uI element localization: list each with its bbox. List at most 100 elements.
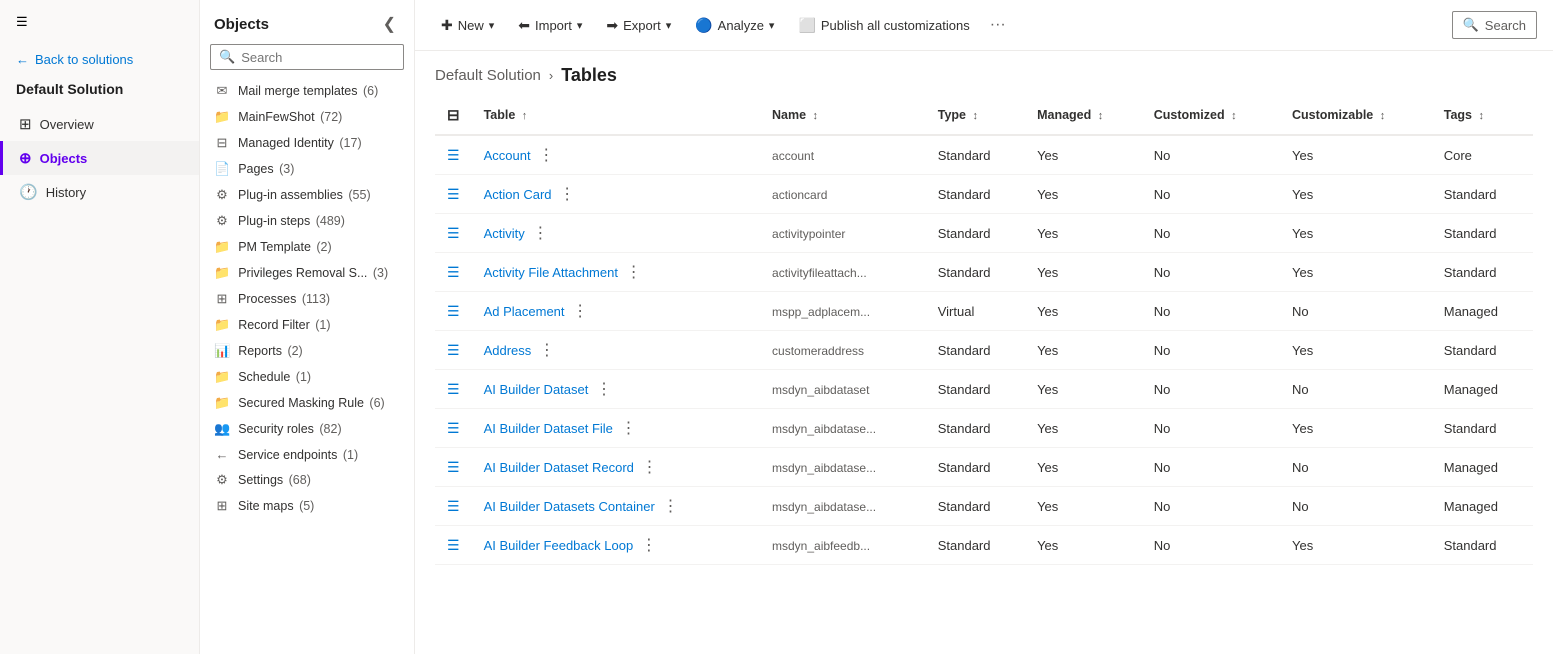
table-row[interactable]: ☰ AI Builder Datasets Container ⋮ msdyn_… bbox=[435, 487, 1533, 526]
table-row[interactable]: ☰ Address ⋮ customeraddress Standard Yes… bbox=[435, 331, 1533, 370]
col-customizable[interactable]: Customizable ↕ bbox=[1280, 96, 1432, 135]
row-context-menu[interactable]: ⋮ bbox=[638, 459, 662, 476]
row-context-menu[interactable]: ⋮ bbox=[534, 147, 558, 164]
row-checkbox-cell[interactable]: ☰ bbox=[435, 409, 472, 448]
row-table-name[interactable]: Activity ⋮ bbox=[472, 214, 760, 253]
sidebar-item-objects[interactable]: ⊕ Objects bbox=[0, 141, 199, 175]
objects-list-item[interactable]: ⊞ Processes (113) bbox=[200, 286, 414, 312]
import-button[interactable]: ⬅ Import ▾ bbox=[508, 11, 592, 40]
hamburger-icon[interactable]: ☰ bbox=[0, 0, 199, 44]
col-sort-tags: ↕ bbox=[1478, 110, 1484, 122]
objects-list-item[interactable]: 📄 Pages (3) bbox=[200, 156, 414, 182]
table-row[interactable]: ☰ Ad Placement ⋮ mspp_adplacem... Virtua… bbox=[435, 292, 1533, 331]
objects-list-item[interactable]: 📁 Record Filter (1) bbox=[200, 312, 414, 338]
row-table-name[interactable]: AI Builder Feedback Loop ⋮ bbox=[472, 526, 760, 565]
row-checkbox-cell[interactable]: ☰ bbox=[435, 292, 472, 331]
row-context-menu[interactable]: ⋮ bbox=[555, 186, 579, 203]
analyze-icon: 🔵 bbox=[695, 17, 712, 34]
sidebar-item-overview[interactable]: ⊞ Overview bbox=[0, 107, 199, 141]
objects-list-item[interactable]: ⊞ Site maps (5) bbox=[200, 493, 414, 519]
export-button[interactable]: ➡ Export ▾ bbox=[596, 11, 681, 40]
objects-list-item[interactable]: ⚙ Settings (68) bbox=[200, 467, 414, 493]
objects-icon: ⊕ bbox=[19, 149, 32, 167]
row-context-menu[interactable]: ⋮ bbox=[622, 264, 646, 281]
row-context-menu[interactable]: ⋮ bbox=[535, 342, 559, 359]
publish-button[interactable]: ⬜ Publish all customizations bbox=[788, 11, 979, 40]
row-table-name[interactable]: AI Builder Dataset ⋮ bbox=[472, 370, 760, 409]
row-checkbox-cell[interactable]: ☰ bbox=[435, 487, 472, 526]
row-checkbox-cell[interactable]: ☰ bbox=[435, 448, 472, 487]
row-context-menu[interactable]: ⋮ bbox=[528, 225, 552, 242]
col-name[interactable]: Name ↕ bbox=[760, 96, 926, 135]
row-table-name[interactable]: Address ⋮ bbox=[472, 331, 760, 370]
objects-list-item[interactable]: 📁 Schedule (1) bbox=[200, 364, 414, 390]
table-row[interactable]: ☰ Activity ⋮ activitypointer Standard Ye… bbox=[435, 214, 1533, 253]
row-checkbox-cell[interactable]: ☰ bbox=[435, 526, 472, 565]
new-button[interactable]: ✚ New ▾ bbox=[431, 11, 504, 40]
row-table-name[interactable]: AI Builder Datasets Container ⋮ bbox=[472, 487, 760, 526]
row-checkbox-cell[interactable]: ☰ bbox=[435, 253, 472, 292]
breadcrumb-parent[interactable]: Default Solution bbox=[435, 67, 541, 84]
objects-list-item[interactable]: 📁 PM Template (2) bbox=[200, 234, 414, 260]
row-context-menu[interactable]: ⋮ bbox=[658, 498, 682, 515]
row-tags: Standard bbox=[1432, 526, 1533, 565]
row-table-name[interactable]: Activity File Attachment ⋮ bbox=[472, 253, 760, 292]
row-context-menu[interactable]: ⋮ bbox=[637, 537, 661, 554]
toolbar-search-button[interactable]: 🔍 Search bbox=[1452, 11, 1537, 39]
row-table-name[interactable]: AI Builder Dataset File ⋮ bbox=[472, 409, 760, 448]
analyze-button[interactable]: 🔵 Analyze ▾ bbox=[685, 11, 784, 40]
objects-list-item[interactable]: 📁 Secured Masking Rule (6) bbox=[200, 390, 414, 416]
row-context-menu[interactable]: ⋮ bbox=[617, 420, 641, 437]
objects-list-item[interactable]: 📁 Privileges Removal S... (3) bbox=[200, 260, 414, 286]
row-table-name[interactable]: Action Card ⋮ bbox=[472, 175, 760, 214]
row-type: Standard bbox=[926, 370, 1025, 409]
table-row[interactable]: ☰ Activity File Attachment ⋮ activityfil… bbox=[435, 253, 1533, 292]
row-customizable: No bbox=[1280, 292, 1432, 331]
objects-list-item[interactable]: ← Service endpoints (1) bbox=[200, 442, 414, 467]
table-row[interactable]: ☰ AI Builder Dataset Record ⋮ msdyn_aibd… bbox=[435, 448, 1533, 487]
col-type[interactable]: Type ↕ bbox=[926, 96, 1025, 135]
table-row-icon: ☰ bbox=[447, 459, 460, 475]
row-checkbox-cell[interactable]: ☰ bbox=[435, 135, 472, 175]
col-tags[interactable]: Tags ↕ bbox=[1432, 96, 1533, 135]
objects-panel: Objects ❮ 🔍 ✉ Mail merge templates (6)📁 … bbox=[200, 0, 415, 654]
col-managed[interactable]: Managed ↕ bbox=[1025, 96, 1142, 135]
objects-list-item[interactable]: ✉ Mail merge templates (6) bbox=[200, 78, 414, 104]
row-name: msdyn_aibdatase... bbox=[760, 487, 926, 526]
select-all-col[interactable]: ⊟ bbox=[435, 96, 472, 135]
analyze-chevron-icon: ▾ bbox=[769, 19, 775, 32]
table-row[interactable]: ☰ AI Builder Dataset File ⋮ msdyn_aibdat… bbox=[435, 409, 1533, 448]
objects-list-item[interactable]: ⚙ Plug-in steps (489) bbox=[200, 208, 414, 234]
table-row[interactable]: ☰ AI Builder Dataset ⋮ msdyn_aibdataset … bbox=[435, 370, 1533, 409]
row-tags: Managed bbox=[1432, 370, 1533, 409]
objects-search-input[interactable] bbox=[241, 50, 395, 65]
row-checkbox-cell[interactable]: ☰ bbox=[435, 214, 472, 253]
table-row[interactable]: ☰ Action Card ⋮ actioncard Standard Yes … bbox=[435, 175, 1533, 214]
table-row[interactable]: ☰ AI Builder Feedback Loop ⋮ msdyn_aibfe… bbox=[435, 526, 1533, 565]
row-checkbox-cell[interactable]: ☰ bbox=[435, 331, 472, 370]
objects-list-item[interactable]: 👥 Security roles (82) bbox=[200, 416, 414, 442]
objects-list-item[interactable]: 📊 Reports (2) bbox=[200, 338, 414, 364]
col-table[interactable]: Table ↑ bbox=[472, 96, 760, 135]
collapse-panel-button[interactable]: ❮ bbox=[379, 12, 400, 36]
row-checkbox-cell[interactable]: ☰ bbox=[435, 370, 472, 409]
breadcrumb: Default Solution › Tables bbox=[415, 51, 1553, 96]
row-context-menu[interactable]: ⋮ bbox=[568, 303, 592, 320]
row-table-name[interactable]: Account ⋮ bbox=[472, 135, 760, 175]
objects-search-box[interactable]: 🔍 bbox=[210, 44, 404, 70]
row-context-menu[interactable]: ⋮ bbox=[592, 381, 616, 398]
row-customizable: Yes bbox=[1280, 135, 1432, 175]
row-checkbox-cell[interactable]: ☰ bbox=[435, 175, 472, 214]
table-row[interactable]: ☰ Account ⋮ account Standard Yes No Yes … bbox=[435, 135, 1533, 175]
row-type: Standard bbox=[926, 409, 1025, 448]
back-to-solutions-link[interactable]: ← Back to solutions bbox=[0, 44, 199, 75]
sidebar-item-history[interactable]: 🕐 History bbox=[0, 175, 199, 209]
objects-list-item[interactable]: ⚙ Plug-in assemblies (55) bbox=[200, 182, 414, 208]
row-type: Standard bbox=[926, 448, 1025, 487]
objects-list-item[interactable]: 📁 MainFewShot (72) bbox=[200, 104, 414, 130]
row-table-name[interactable]: AI Builder Dataset Record ⋮ bbox=[472, 448, 760, 487]
col-customized[interactable]: Customized ↕ bbox=[1142, 96, 1280, 135]
row-table-name[interactable]: Ad Placement ⋮ bbox=[472, 292, 760, 331]
objects-list-item[interactable]: ⊟ Managed Identity (17) bbox=[200, 130, 414, 156]
more-options-button[interactable]: ··· bbox=[984, 10, 1012, 40]
